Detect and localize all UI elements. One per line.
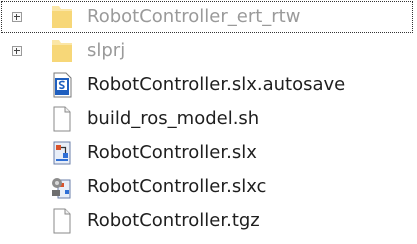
tree-item-label: RobotController_ert_rtw: [87, 6, 301, 27]
tree-item-robotcontroller-ert-rtw[interactable]: RobotController_ert_rtw: [0, 0, 417, 34]
blank-file-icon: [53, 106, 71, 132]
autosave-file-icon: [53, 72, 72, 98]
expand-plus-icon[interactable]: [12, 46, 22, 56]
expand-plus-icon[interactable]: [12, 12, 22, 22]
tree-item-label: RobotController.slx.autosave: [87, 74, 346, 95]
file-tree: RobotController_ert_rtw slprj RobotContr…: [0, 0, 417, 244]
folder-icon: [52, 6, 72, 28]
tree-item-label: RobotController.slx: [87, 142, 257, 163]
tree-item-label: RobotController.slxc: [87, 176, 267, 197]
simulink-model-icon: [53, 141, 71, 165]
tree-item-label: RobotController.tgz: [87, 210, 260, 231]
folder-icon: [52, 40, 72, 62]
tree-item-robotcontroller-slx-autosave[interactable]: RobotController.slx.autosave: [0, 68, 417, 102]
tree-item-robotcontroller-slx[interactable]: RobotController.slx: [0, 136, 417, 170]
tree-item-label: slprj: [87, 40, 126, 61]
tree-item-label: build_ros_model.sh: [87, 108, 260, 129]
tree-item-robotcontroller-slxc[interactable]: RobotController.slxc: [0, 170, 417, 204]
tree-item-robotcontroller-tgz[interactable]: RobotController.tgz: [0, 204, 417, 238]
simulink-cache-icon: [52, 178, 71, 199]
tree-item-build-ros-model-sh[interactable]: build_ros_model.sh: [0, 102, 417, 136]
blank-file-icon: [53, 208, 71, 234]
tree-item-slprj[interactable]: slprj: [0, 34, 417, 68]
